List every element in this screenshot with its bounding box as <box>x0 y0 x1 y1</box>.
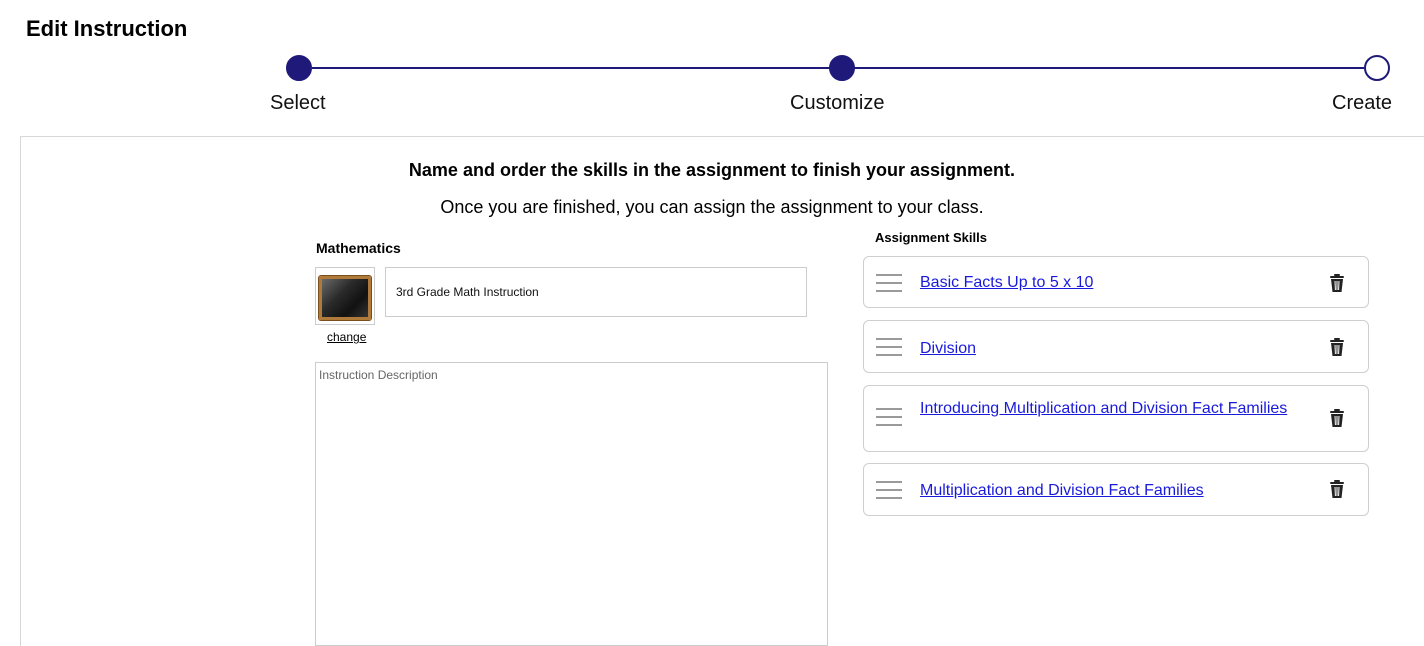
subject-label: Mathematics <box>316 240 401 256</box>
skill-item: Division <box>863 320 1369 373</box>
drag-handle-icon[interactable] <box>876 408 902 428</box>
step-create-indicator <box>1364 55 1390 81</box>
instructions-heading: Name and order the skills in the assignm… <box>408 160 1016 180</box>
progress-stepper: Select Customize Create <box>0 52 1424 122</box>
instruction-name-input[interactable] <box>385 267 807 317</box>
skill-item: Multiplication and Division Fact Familie… <box>863 463 1369 516</box>
skill-link[interactable]: Multiplication and Division Fact Familie… <box>920 481 1204 500</box>
step-connector <box>312 67 840 69</box>
drag-handle-icon[interactable] <box>876 481 902 501</box>
step-label-select: Select <box>270 92 326 114</box>
trash-icon[interactable] <box>1328 479 1346 499</box>
step-select-indicator <box>286 55 312 81</box>
trash-icon[interactable] <box>1328 273 1346 293</box>
instruction-thumbnail[interactable] <box>315 267 375 325</box>
trash-icon[interactable] <box>1328 337 1346 357</box>
chalkboard-icon <box>319 276 371 320</box>
step-label-create: Create <box>1332 92 1393 114</box>
step-label-customize: Customize <box>790 92 885 114</box>
drag-handle-icon[interactable] <box>876 274 902 294</box>
skill-link[interactable]: Basic Facts Up to 5 x 10 <box>920 273 1093 292</box>
instruction-description-field[interactable] <box>315 362 828 646</box>
change-thumbnail-link[interactable]: change <box>327 330 366 344</box>
drag-handle-icon[interactable] <box>876 338 902 358</box>
trash-icon[interactable] <box>1328 408 1346 428</box>
step-customize-indicator <box>829 55 855 81</box>
page-title: Edit Instruction <box>26 16 188 41</box>
skill-link[interactable]: Introducing Multiplication and Division … <box>920 399 1300 418</box>
skill-item: Basic Facts Up to 5 x 10 <box>863 256 1369 308</box>
assignment-skills-label: Assignment Skills <box>875 230 987 245</box>
skill-item: Introducing Multiplication and Division … <box>863 385 1369 452</box>
step-connector <box>854 67 1364 69</box>
instructions-subheading: Once you are finished, you can assign th… <box>440 197 984 217</box>
skill-link[interactable]: Division <box>920 339 976 358</box>
